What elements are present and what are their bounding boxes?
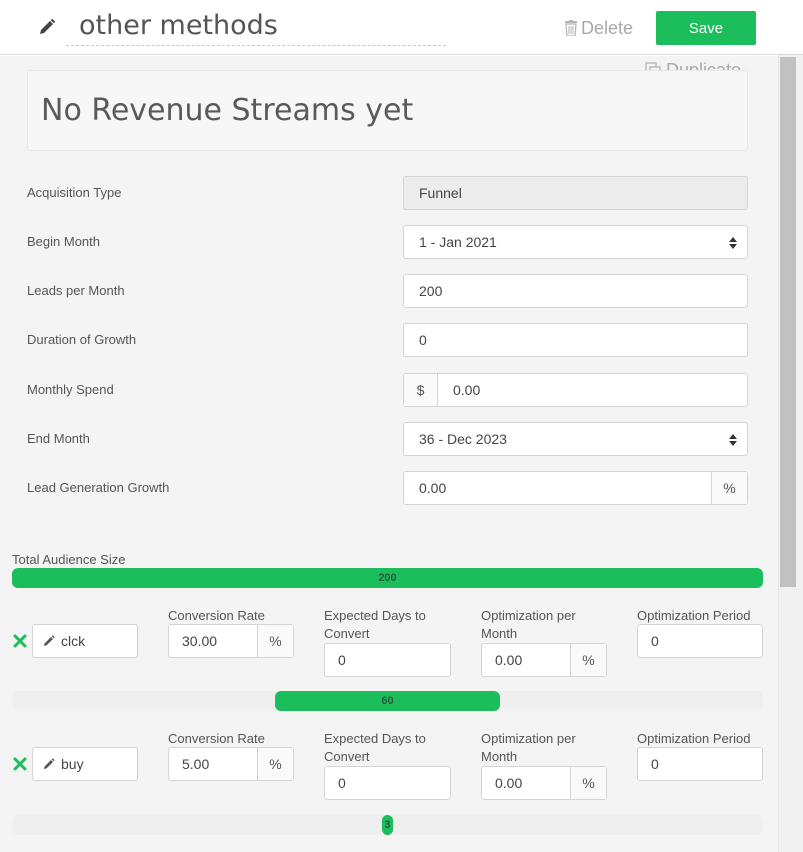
step-result-bar-track: 60 [12, 691, 763, 711]
optimization-period-value: 0 [651, 756, 659, 772]
optimization-label-line1: Optimization per [481, 731, 576, 746]
trash-icon [565, 20, 577, 36]
step-name-value: buy [61, 756, 84, 772]
lead-generation-growth-label: Lead Generation Growth [27, 480, 170, 495]
total-audience-label: Total Audience Size [12, 552, 126, 567]
leads-per-month-input[interactable]: 200 [403, 274, 748, 308]
optimization-per-month-label: Optimization per Month [481, 607, 576, 643]
step-result-bar-fill: 3 [381, 815, 394, 835]
step-name-input[interactable]: clck [32, 624, 138, 658]
method-title-input[interactable]: other methods [66, 6, 446, 46]
expected-days-label-line1: Expected Days to [324, 608, 426, 623]
begin-month-value: 1 - Jan 2021 [419, 234, 497, 250]
delete-label: Delete [581, 17, 634, 38]
percent-addon: % [570, 644, 606, 676]
end-month-value: 36 - Dec 2023 [419, 431, 507, 447]
optimization-period-label: Optimization Period [637, 731, 751, 746]
step-result-value: 60 [381, 695, 394, 707]
optimization-value: 0.00 [495, 775, 523, 791]
optimization-per-month-input[interactable]: 0.00 % [481, 643, 607, 677]
conversion-rate-input[interactable]: 30.00 % [168, 624, 294, 658]
optimization-period-value: 0 [651, 633, 659, 649]
remove-step-icon[interactable] [13, 757, 27, 771]
currency-addon: $ [404, 374, 438, 406]
audience-bar-fill: 200 [12, 568, 763, 588]
leads-per-month-value: 200 [419, 283, 443, 299]
step-name-input[interactable]: buy [32, 747, 138, 781]
conversion-rate-value: 5.00 [182, 756, 210, 772]
monthly-spend-value: 0.00 [453, 382, 481, 398]
acquisition-type-label: Acquisition Type [27, 185, 122, 200]
expected-days-label-line2: Convert [324, 749, 370, 764]
end-month-label: End Month [27, 431, 90, 446]
header: other methods Delete Save [0, 0, 803, 55]
remove-step-icon[interactable] [13, 634, 27, 648]
monthly-spend-label: Monthly Spend [27, 382, 114, 397]
revenue-empty-message: No Revenue Streams yet [41, 93, 414, 128]
expected-days-label-line2: Convert [324, 626, 370, 641]
conversion-rate-value: 30.00 [182, 633, 218, 649]
conversion-rate-input[interactable]: 5.00 % [168, 747, 294, 781]
lead-generation-growth-value: 0.00 [419, 480, 447, 496]
acquisition-type-field: Funnel [403, 176, 748, 210]
expected-days-label-line1: Expected Days to [324, 731, 426, 746]
percent-addon: % [257, 625, 293, 657]
end-month-select[interactable]: 36 - Dec 2023 [403, 422, 748, 456]
expected-days-label: Expected Days to Convert [324, 730, 426, 766]
acquisition-type-value: Funnel [419, 185, 462, 201]
leads-per-month-label: Leads per Month [27, 283, 125, 298]
percent-addon: % [257, 748, 293, 780]
step-result-bar-track: 3 [12, 815, 763, 835]
optimization-label-line1: Optimization per [481, 608, 576, 623]
pencil-icon [44, 758, 55, 769]
optimization-period-input[interactable]: 0 [637, 747, 763, 781]
expected-days-input[interactable]: 0 [324, 766, 451, 800]
optimization-value: 0.00 [495, 652, 523, 668]
optimization-period-label: Optimization Period [637, 608, 751, 623]
select-arrows-icon [729, 237, 737, 249]
expected-days-value: 0 [338, 652, 346, 668]
optimization-per-month-input[interactable]: 0.00 % [481, 766, 607, 800]
optimization-period-input[interactable]: 0 [637, 624, 763, 658]
percent-addon: % [570, 767, 606, 799]
expected-days-label: Expected Days to Convert [324, 607, 426, 643]
optimization-per-month-label: Optimization per Month [481, 730, 576, 766]
audience-bar-value: 200 [378, 572, 397, 584]
optimization-label-line2: Month [481, 749, 518, 764]
begin-month-label: Begin Month [27, 234, 100, 249]
delete-button[interactable]: Delete [565, 14, 633, 42]
duration-of-growth-input[interactable]: 0 [403, 323, 748, 357]
save-button[interactable]: Save [656, 11, 756, 45]
step-name-value: clck [61, 633, 86, 649]
conversion-rate-label: Conversion Rate [168, 731, 265, 746]
step-result-bar-fill: 60 [274, 691, 501, 711]
select-arrows-icon [729, 434, 737, 446]
monthly-spend-input[interactable]: $ 0.00 [403, 373, 748, 407]
duration-of-growth-value: 0 [419, 332, 427, 348]
expected-days-value: 0 [338, 775, 346, 791]
begin-month-select[interactable]: 1 - Jan 2021 [403, 225, 748, 259]
pencil-icon[interactable] [38, 18, 56, 36]
lead-generation-growth-input[interactable]: 0.00 % [403, 471, 748, 505]
percent-addon: % [711, 472, 747, 504]
expected-days-input[interactable]: 0 [324, 643, 451, 677]
revenue-streams-panel: No Revenue Streams yet [27, 70, 748, 151]
scrollbar-thumb[interactable] [780, 57, 796, 587]
conversion-rate-label: Conversion Rate [168, 608, 265, 623]
optimization-label-line2: Month [481, 626, 518, 641]
step-result-value: 3 [384, 819, 391, 831]
pencil-icon [44, 635, 55, 646]
audience-bar-track: 200 [12, 568, 763, 588]
duration-of-growth-label: Duration of Growth [27, 332, 137, 347]
